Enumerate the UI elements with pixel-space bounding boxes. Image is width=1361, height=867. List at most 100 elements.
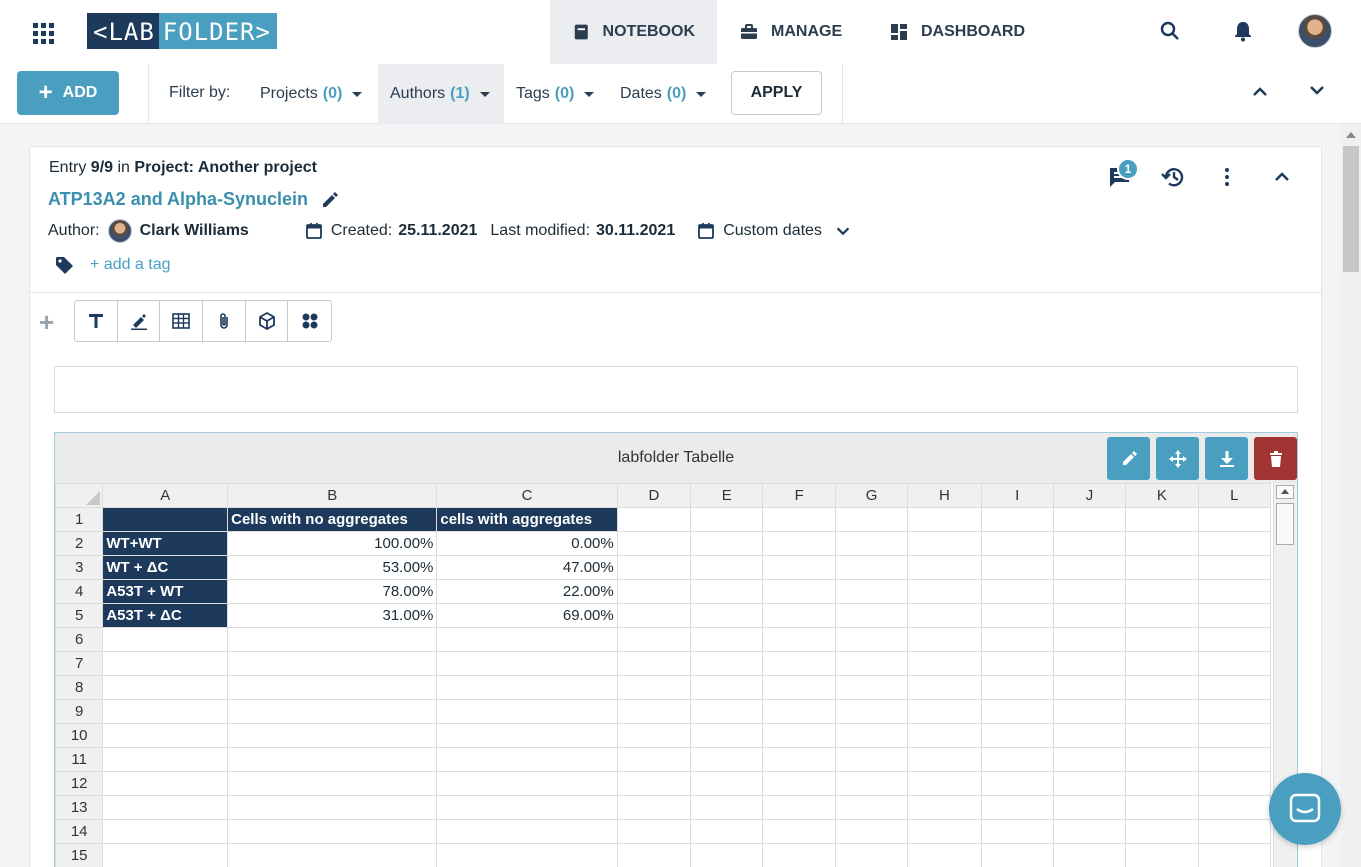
table-cell[interactable] [102,699,229,724]
table-cell[interactable] [762,699,836,724]
table-cell[interactable] [102,843,229,867]
file-block-button[interactable] [203,301,246,341]
table-cell[interactable] [762,579,836,604]
table-cell[interactable] [834,843,909,867]
custom-dates-toggle[interactable]: Custom dates [723,222,822,240]
table-cell[interactable] [102,651,229,676]
table-cell[interactable] [616,531,692,556]
table-cell[interactable] [690,651,764,676]
table-cell[interactable] [1125,603,1199,628]
table-cell[interactable] [1125,627,1199,652]
table-cell[interactable] [102,507,229,532]
table-cell[interactable] [907,651,982,676]
row-header[interactable]: 9 [55,699,104,724]
table-cell[interactable] [762,507,836,532]
row-header[interactable]: 1 [55,507,104,532]
table-cell[interactable] [762,651,836,676]
table-cell[interactable] [834,699,909,724]
table-cell[interactable] [436,771,618,796]
filter-dates-dropdown[interactable]: Dates (0) [608,64,718,124]
column-header[interactable]: L [1197,483,1271,508]
table-cell[interactable]: 47.00% [436,555,618,580]
table-cell[interactable] [616,603,692,628]
table-cell[interactable] [616,723,692,748]
pencil-icon[interactable] [320,190,340,210]
table-cell[interactable] [762,627,836,652]
table-cell[interactable] [1125,795,1199,820]
table-cell[interactable] [1052,699,1127,724]
filter-projects-dropdown[interactable]: Projects (0) [248,64,374,124]
table-cell[interactable] [436,723,618,748]
table-cell[interactable]: 53.00% [227,555,438,580]
edit-table-button[interactable] [1107,437,1150,480]
table-cell[interactable] [1052,603,1127,628]
table-cell[interactable] [762,603,836,628]
row-header[interactable]: 15 [55,843,104,867]
column-header[interactable]: C [436,483,618,508]
table-cell[interactable] [980,555,1054,580]
table-cell[interactable] [907,819,982,844]
table-cell[interactable]: 69.00% [436,603,618,628]
table-cell[interactable]: 0.00% [436,531,618,556]
empty-text-block[interactable] [54,366,1298,413]
row-header[interactable]: 4 [55,579,104,604]
search-icon[interactable] [1158,19,1182,43]
table-cell[interactable] [616,819,692,844]
table-cell[interactable] [1197,723,1271,748]
column-header[interactable]: F [762,483,836,508]
table-cell[interactable] [762,747,836,772]
row-header[interactable]: 11 [55,747,104,772]
table-cell[interactable] [1125,579,1199,604]
table-block-button[interactable] [160,301,204,341]
table-cell[interactable] [690,531,764,556]
table-cell[interactable]: 100.00% [227,531,438,556]
table-cell[interactable]: A53T + WT [102,579,229,604]
table-cell[interactable]: 78.00% [227,579,438,604]
table-cell[interactable] [762,795,836,820]
table-cell[interactable] [907,507,982,532]
table-cell[interactable] [1197,843,1271,867]
table-cell[interactable] [1052,531,1127,556]
scroll-thumb[interactable] [1343,146,1359,272]
spreadsheet-grid[interactable]: A B C D E F G H I J K L 1 Cells with no a [55,483,1271,867]
table-cell[interactable] [436,675,618,700]
row-header[interactable]: 10 [55,723,104,748]
table-cell[interactable] [1052,579,1127,604]
table-cell[interactable] [1125,651,1199,676]
table-cell[interactable] [1052,747,1127,772]
row-header[interactable]: 2 [55,531,104,556]
table-cell[interactable] [1052,651,1127,676]
table-cell[interactable] [1052,627,1127,652]
table-cell[interactable] [616,627,692,652]
table-cell[interactable] [907,555,982,580]
table-cell[interactable] [436,843,618,867]
table-cell[interactable] [227,699,438,724]
column-header[interactable]: D [616,483,692,508]
table-cell[interactable] [102,723,229,748]
table-cell[interactable] [1125,771,1199,796]
table-cell[interactable] [980,507,1054,532]
table-cell[interactable] [1197,627,1271,652]
table-cell[interactable] [1125,819,1199,844]
table-cell[interactable] [436,795,618,820]
column-header[interactable]: A [102,483,229,508]
table-cell[interactable] [1125,507,1199,532]
table-cell[interactable] [1125,531,1199,556]
table-cell[interactable] [762,819,836,844]
table-cell[interactable] [1052,843,1127,867]
table-cell[interactable] [762,771,836,796]
table-cell[interactable] [907,627,982,652]
table-cell[interactable] [980,699,1054,724]
table-cell[interactable]: cells with aggregates [436,507,618,532]
table-cell[interactable]: A53T + ΔC [102,603,229,628]
table-cell[interactable] [907,675,982,700]
scroll-up-icon[interactable] [1276,485,1294,499]
table-cell[interactable] [1125,675,1199,700]
chevron-up-icon[interactable] [1250,82,1270,102]
column-header[interactable]: I [980,483,1054,508]
table-cell[interactable] [834,627,909,652]
table-cell[interactable] [227,627,438,652]
table-cell[interactable] [1052,675,1127,700]
table-cell[interactable] [690,627,764,652]
table-cell[interactable] [834,507,909,532]
